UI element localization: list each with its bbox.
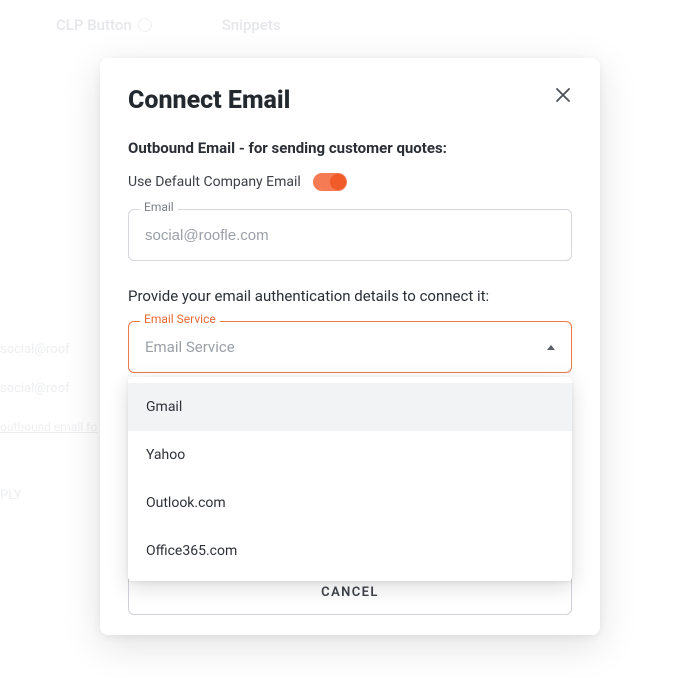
dropdown-option-yahoo[interactable]: Yahoo (128, 431, 572, 479)
connect-email-modal: Connect Email Outbound Email - for sendi… (100, 58, 600, 635)
chevron-up-icon (547, 345, 555, 350)
close-icon[interactable] (554, 86, 572, 104)
service-placeholder: Email Service (145, 338, 235, 356)
email-field-label: Email (140, 200, 178, 214)
service-field-label: Email Service (140, 312, 220, 326)
dropdown-option-office365[interactable]: Office365.com (128, 527, 572, 575)
cancel-label: CANCEL (321, 585, 379, 600)
dropdown-option-outlook[interactable]: Outlook.com (128, 479, 572, 527)
default-email-toggle[interactable] (313, 173, 347, 191)
toggle-label: Use Default Company Email (128, 174, 301, 190)
email-service-select[interactable]: Email Service (128, 321, 572, 373)
email-field-wrap: Email (128, 209, 572, 261)
modal-title: Connect Email (128, 86, 290, 115)
dropdown-option-gmail[interactable]: Gmail (128, 383, 572, 431)
email-input[interactable] (128, 209, 572, 261)
modal-header: Connect Email (128, 86, 572, 115)
auth-instruction: Provide your email authentication detail… (128, 287, 572, 305)
email-service-select-wrap: Email Service Email Service Gmail Yahoo … (128, 321, 572, 373)
toggle-knob (330, 174, 346, 190)
section-heading: Outbound Email - for sending customer qu… (128, 139, 572, 157)
default-email-toggle-row: Use Default Company Email (128, 173, 572, 191)
email-service-dropdown: Gmail Yahoo Outlook.com Office365.com (128, 377, 572, 581)
